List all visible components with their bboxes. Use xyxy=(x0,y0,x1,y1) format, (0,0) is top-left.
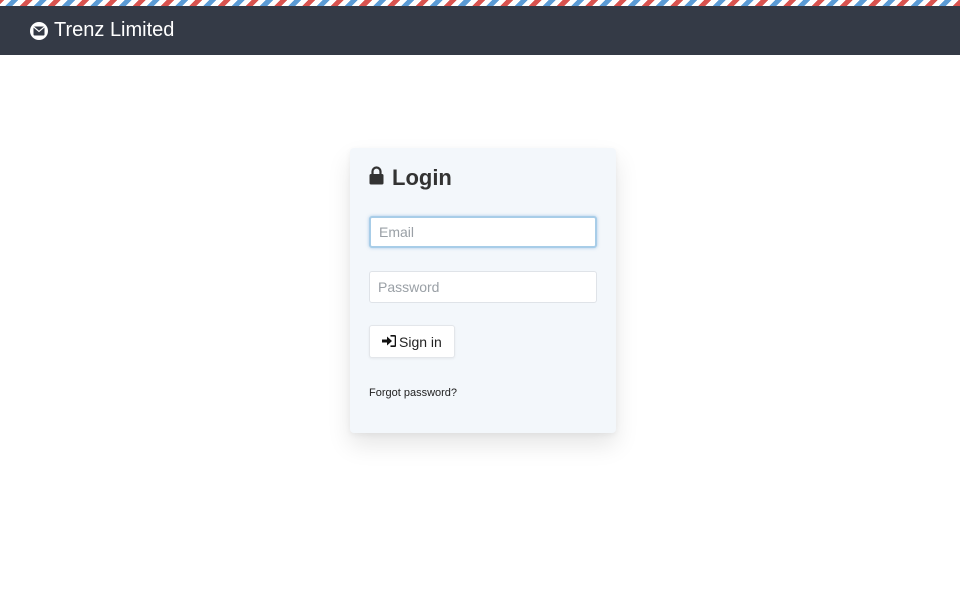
envelope-icon xyxy=(30,21,48,40)
login-card: Login Sign in Forgot password? xyxy=(350,148,616,433)
brand-name: Trenz Limited xyxy=(54,19,175,41)
lock-icon xyxy=(369,165,384,191)
password-field[interactable] xyxy=(369,271,597,303)
email-field[interactable] xyxy=(369,216,597,248)
sign-in-button[interactable]: Sign in xyxy=(369,325,455,358)
sign-in-icon xyxy=(382,334,397,350)
sign-in-label: Sign in xyxy=(399,333,442,350)
top-navbar: Trenz Limited xyxy=(0,6,960,55)
login-heading: Login xyxy=(369,164,597,192)
forgot-password-link[interactable]: Forgot password? xyxy=(369,387,457,399)
login-title: Login xyxy=(392,165,452,190)
brand-link[interactable]: Trenz Limited xyxy=(30,19,174,42)
